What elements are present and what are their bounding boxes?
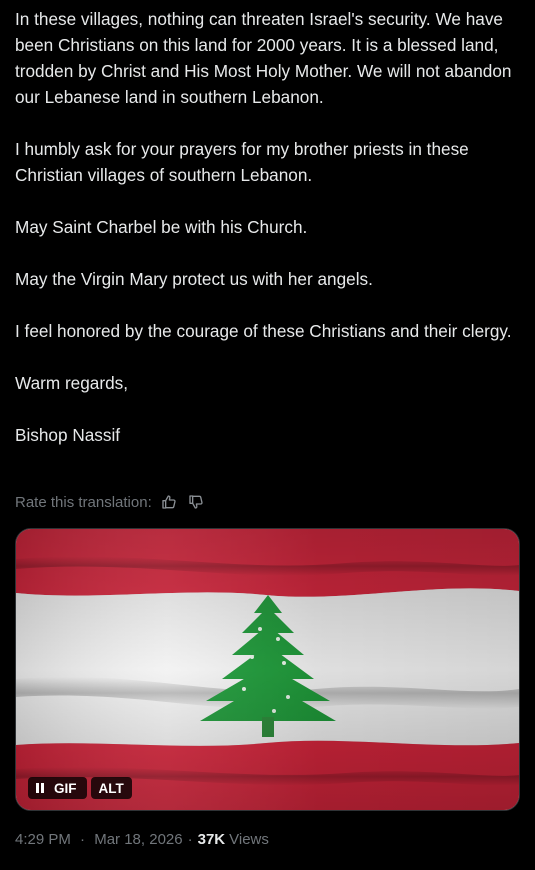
post-paragraph: I humbly ask for your prayers for my bro… [15, 139, 469, 185]
post-paragraph: In these villages, nothing can threaten … [15, 9, 512, 107]
rate-translation: Rate this translation: [15, 491, 206, 513]
pause-button[interactable] [28, 777, 50, 799]
alt-text-button[interactable]: ALT [90, 777, 132, 799]
post-timestamp-link[interactable]: 4:29 PM · Mar 18, 2026 [15, 831, 183, 848]
post-detail: In these villages, nothing can threaten … [0, 0, 535, 870]
thumbs-down-icon[interactable] [186, 492, 206, 512]
meta-separator: · [80, 830, 86, 848]
post-paragraph: I feel honored by the courage of these C… [15, 321, 512, 341]
media-badges: GIF ALT [28, 777, 132, 799]
views-label: Views [229, 830, 269, 848]
post-paragraph: May the Virgin Mary protect us with her … [15, 269, 373, 289]
post-time: 4:29 PM [15, 830, 71, 848]
post-meta: 4:29 PM · Mar 18, 2026 · 37K Views [15, 828, 269, 850]
post-signature: Bishop Nassif [15, 425, 121, 445]
post-paragraph: May Saint Charbel be with his Church. [15, 217, 308, 237]
translated-post-text: In these villages, nothing can threaten … [15, 6, 523, 474]
rate-translation-label: Rate this translation: [15, 493, 152, 511]
pause-icon [36, 783, 44, 793]
meta-separator: · [187, 830, 193, 848]
post-paragraph: Warm regards, [15, 373, 129, 393]
post-date: Mar 18, 2026 [94, 830, 183, 848]
views-count: 37K [197, 830, 226, 848]
thumbs-up-icon[interactable] [159, 492, 179, 512]
lebanon-flag-image [16, 529, 519, 810]
gif-media[interactable]: GIF ALT [15, 528, 520, 811]
gif-badge: GIF [50, 777, 87, 799]
